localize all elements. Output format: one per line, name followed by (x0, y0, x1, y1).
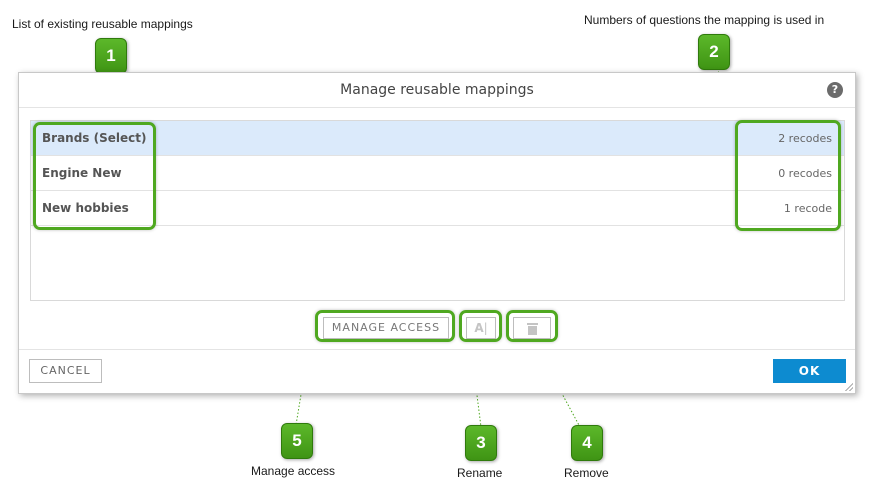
cancel-button[interactable]: CANCEL (29, 359, 102, 383)
annotation-list-label: List of existing reusable mappings (12, 17, 193, 31)
mapping-usage-count: 1 recode (783, 202, 832, 215)
annotation-numbers-label: Numbers of questions the mapping is used… (584, 13, 825, 27)
manage-access-button[interactable]: MANAGE ACCESS (323, 317, 449, 339)
mappings-list: Brands (Select) 2 recodes Engine New 0 r… (30, 120, 845, 301)
badge-3: 3 (465, 425, 497, 461)
badge-2: 2 (698, 34, 730, 70)
resize-grip-icon[interactable] (845, 383, 853, 391)
ok-button[interactable]: OK (773, 359, 846, 383)
manage-mappings-dialog: Manage reusable mappings ? Brands (Selec… (18, 72, 856, 394)
mapping-row[interactable]: New hobbies 1 recode (31, 191, 844, 226)
mapping-usage-count: 2 recodes (778, 132, 832, 145)
mapping-name: New hobbies (42, 201, 129, 215)
mapping-row[interactable]: Engine New 0 recodes (31, 156, 844, 191)
annotation-manage-access-label: Manage access (251, 464, 336, 478)
badge-5: 5 (281, 423, 313, 459)
mapping-name: Engine New (42, 166, 122, 180)
annotation-remove-label: Remove (564, 466, 609, 480)
remove-button[interactable] (513, 317, 551, 339)
mapping-name: Brands (Select) (42, 131, 147, 145)
badge-4: 4 (571, 425, 603, 461)
trash-icon (527, 323, 538, 335)
footer-divider (19, 349, 855, 350)
mapping-row[interactable]: Brands (Select) 2 recodes (31, 121, 844, 156)
rename-button[interactable]: A| (466, 317, 496, 339)
badge-1: 1 (95, 38, 127, 74)
help-icon[interactable]: ? (827, 82, 843, 98)
annotation-rename-label: Rename (457, 466, 503, 480)
mapping-usage-count: 0 recodes (778, 167, 832, 180)
rename-icon: A (474, 321, 484, 335)
dialog-title: Manage reusable mappings (19, 73, 855, 108)
